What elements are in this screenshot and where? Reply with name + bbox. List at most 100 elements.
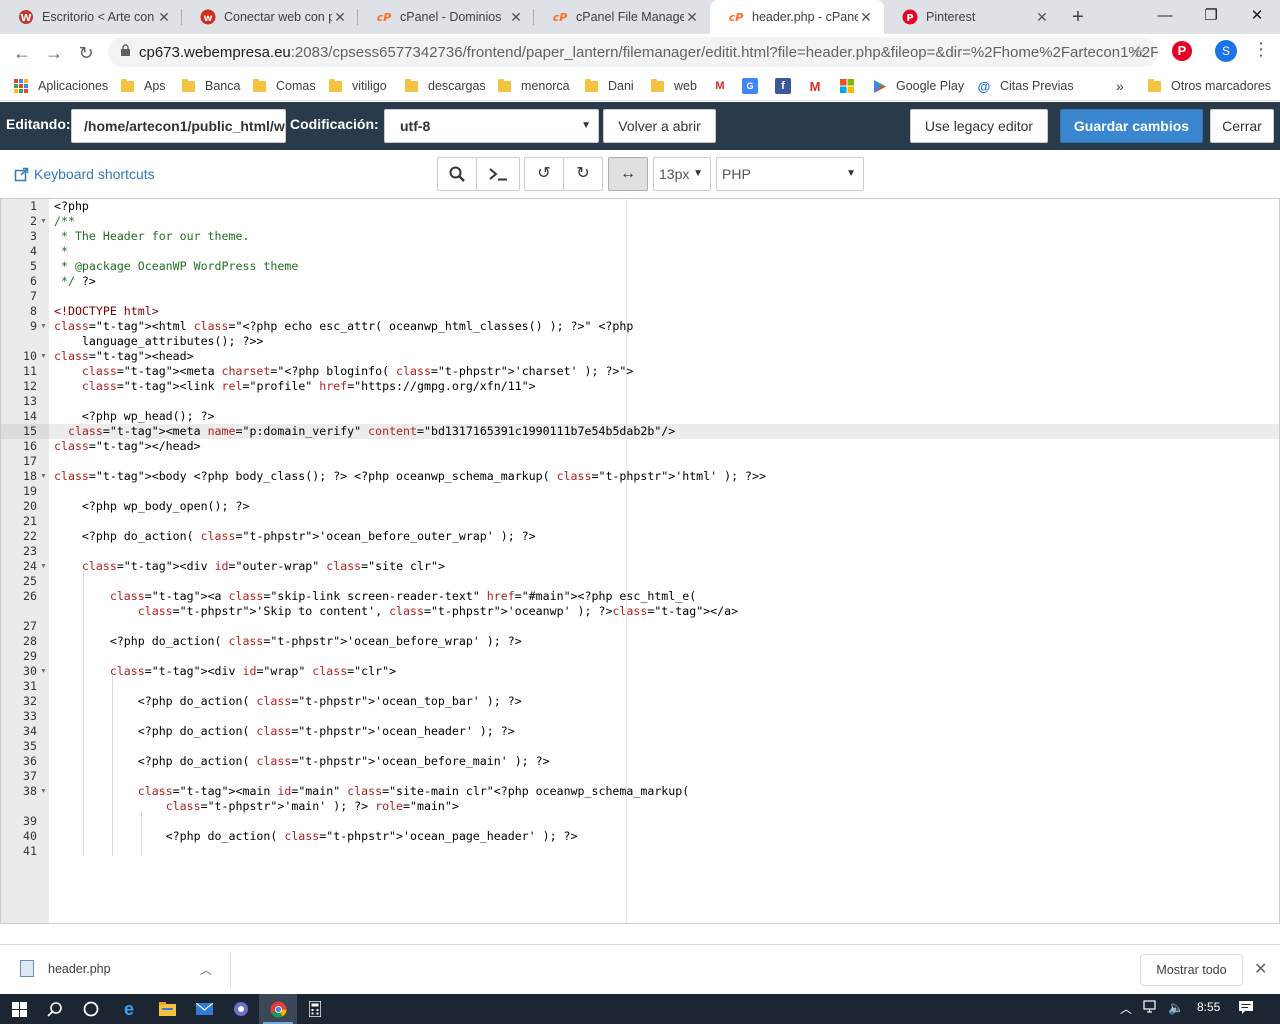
bookmarks-overflow-chevron[interactable]: » xyxy=(1116,76,1124,96)
bookmark-microsoft[interactable] xyxy=(839,76,863,96)
line-number: 13 xyxy=(23,394,37,408)
new-tab-button[interactable]: + xyxy=(1066,5,1090,29)
tab-title: Conectar web con pi xyxy=(224,10,332,24)
restore-icon[interactable]: ❐ xyxy=(1188,0,1234,34)
redo-button[interactable]: ↻ xyxy=(563,157,603,191)
bookmark-star-icon[interactable]: ☆ xyxy=(1132,42,1146,62)
address-bar[interactable]: cp673.webempresa.eu:2083/cpsess657734273… xyxy=(108,37,1158,67)
show-all-downloads-button[interactable]: Mostrar todo xyxy=(1140,954,1243,986)
tab-title: Pinterest xyxy=(926,10,976,24)
windows-start-icon[interactable] xyxy=(0,994,38,1024)
edge-icon[interactable]: e xyxy=(110,994,148,1024)
bookmark-citas-previas[interactable]: @ Citas Previas xyxy=(976,76,1074,96)
browser-menu-icon[interactable]: ⋮ xyxy=(1252,39,1270,60)
search-icon[interactable] xyxy=(36,994,74,1024)
app-circle-icon[interactable] xyxy=(222,994,260,1024)
calculator-icon[interactable] xyxy=(296,994,334,1024)
profile-avatar[interactable]: S xyxy=(1215,40,1237,62)
close-tab-icon[interactable]: ✕ xyxy=(684,9,700,26)
chevron-up-icon[interactable]: ︿ xyxy=(200,961,212,978)
close-download-bar-icon[interactable]: ✕ xyxy=(1254,959,1267,979)
bookmark-folder-web[interactable]: web xyxy=(651,76,697,96)
tab-header-php[interactable]: cP header.php - cPanel ✕ xyxy=(710,0,884,34)
clock[interactable]: 8:55 xyxy=(1197,1000,1220,1014)
tray-chevron-icon[interactable]: ︿ xyxy=(1120,1000,1132,1017)
bookmark-folder-comas[interactable]: Comas xyxy=(253,76,316,96)
fold-arrow-icon[interactable]: ▼ xyxy=(40,559,48,574)
file-path-field[interactable]: /home/artecon1/public_html/wp-content/th… xyxy=(71,109,286,143)
gmail-icon: M xyxy=(809,78,821,94)
bookmark-folder-aps[interactable]: Aps xyxy=(121,76,166,96)
chrome-icon[interactable] xyxy=(259,994,297,1024)
close-tab-icon[interactable]: ✕ xyxy=(508,9,524,26)
bookmark-folder-vitiligo[interactable]: vitiligo xyxy=(329,76,387,96)
bookmark-translate[interactable]: G xyxy=(742,76,766,96)
mail-icon[interactable] xyxy=(185,994,223,1024)
close-tab-icon[interactable]: ✕ xyxy=(1034,9,1050,26)
cpanel-icon: cP xyxy=(728,9,744,25)
bookmark-folder-descargas[interactable]: descargas xyxy=(405,76,486,96)
back-arrow-icon[interactable]: ← xyxy=(8,39,36,67)
wordpress-red-icon: W xyxy=(18,9,34,25)
code-editor[interactable]: 1 <?php 2 ▼/** 3 * The Header for our theme.… xyxy=(0,198,1280,924)
volume-icon[interactable]: 🔈 xyxy=(1168,1000,1184,1016)
tab-escritorio[interactable]: W Escritorio < Arte con ✕ xyxy=(0,0,182,34)
close-tab-icon[interactable]: ✕ xyxy=(156,9,172,26)
file-explorer-icon[interactable] xyxy=(148,994,186,1024)
close-tab-icon[interactable]: ✕ xyxy=(858,9,874,26)
code-line: language_attributes(); ?>> xyxy=(54,334,264,348)
goto-line-button[interactable] xyxy=(476,157,520,191)
notification-icon[interactable] xyxy=(1238,1000,1254,1018)
download-item[interactable]: header.php xyxy=(20,960,111,977)
save-changes-button[interactable]: Guardar cambios xyxy=(1060,109,1203,143)
tab-conectar-web[interactable]: w Conectar web con pi ✕ xyxy=(182,0,358,34)
line-number: 17 xyxy=(23,454,37,468)
line-number: 19 xyxy=(23,484,37,498)
language-mode-select[interactable]: PHP ▼ xyxy=(716,157,864,191)
bookmark-folder-menorca[interactable]: menorca xyxy=(498,76,570,96)
tab-cpanel-dominios[interactable]: cP cPanel - Dominios ✕ xyxy=(358,0,534,34)
network-icon[interactable] xyxy=(1143,1000,1159,1017)
cortana-icon[interactable] xyxy=(72,994,110,1024)
close-editor-button[interactable]: Cerrar xyxy=(1210,109,1274,143)
bookmark-folder-banca[interactable]: Banca xyxy=(182,76,240,96)
url-host: cp673.webempresa.eu xyxy=(139,43,291,61)
minimize-icon[interactable]: — xyxy=(1142,0,1188,34)
keyboard-shortcuts-link[interactable]: Keyboard shortcuts xyxy=(14,166,155,182)
bookmark-gmail[interactable]: M xyxy=(807,76,831,96)
reload-icon[interactable]: ↻ xyxy=(72,39,100,67)
horizontal-arrows-icon: ↔ xyxy=(620,165,636,182)
legacy-editor-button[interactable]: Use legacy editor xyxy=(910,109,1048,143)
pinterest-extension-icon[interactable]: P xyxy=(1172,41,1192,61)
line-number xyxy=(1,334,37,349)
fold-arrow-icon[interactable]: ▼ xyxy=(40,349,48,364)
forward-arrow-icon[interactable]: → xyxy=(40,39,68,67)
fold-arrow-icon[interactable]: ▼ xyxy=(40,664,48,679)
close-window-icon[interactable]: ✕ xyxy=(1234,0,1280,34)
bookmark-gmail-m[interactable]: M xyxy=(712,76,736,96)
reopen-button[interactable]: Volver a abrir xyxy=(603,109,716,143)
url-path: :2083/cpsess6577342736/frontend/paper_la… xyxy=(290,43,1158,61)
bookmark-aplicaciones[interactable]: Aplicaciones xyxy=(14,76,108,96)
encoding-select[interactable]: utf-8 ▼ xyxy=(384,109,599,143)
code-line: <?php do_action( class="t-phpstr">'ocean… xyxy=(54,724,515,738)
bookmarks-bar: Aplicaciones Aps Banca Comas vitiligo de… xyxy=(0,71,1280,101)
wrap-toggle-button[interactable]: ↔ xyxy=(608,157,648,191)
fold-arrow-icon[interactable]: ▼ xyxy=(40,469,48,484)
svg-text:cP: cP xyxy=(729,11,744,24)
tab-pinterest[interactable]: P Pinterest ✕ xyxy=(884,0,1060,34)
bookmark-folder-dani[interactable]: Dani xyxy=(585,76,634,96)
bookmark-facebook[interactable]: f xyxy=(775,76,799,96)
font-size-select[interactable]: 13px ▼ xyxy=(653,157,711,191)
fold-arrow-icon[interactable]: ▼ xyxy=(40,214,48,229)
close-tab-icon[interactable]: ✕ xyxy=(332,9,348,26)
undo-button[interactable]: ↺ xyxy=(524,157,564,191)
bookmark-google-play[interactable]: Google Play xyxy=(872,76,964,96)
search-button[interactable] xyxy=(437,157,477,191)
bookmark-label: vitiligo xyxy=(352,79,387,93)
bookmark-folder-otros[interactable]: Otros marcadores xyxy=(1148,76,1271,96)
tab-cpanel-file-manager[interactable]: cP cPanel File Manager ✕ xyxy=(534,0,710,34)
line-number: 9 xyxy=(30,319,37,333)
fold-arrow-icon[interactable]: ▼ xyxy=(40,784,48,799)
fold-arrow-icon[interactable]: ▼ xyxy=(40,319,48,334)
